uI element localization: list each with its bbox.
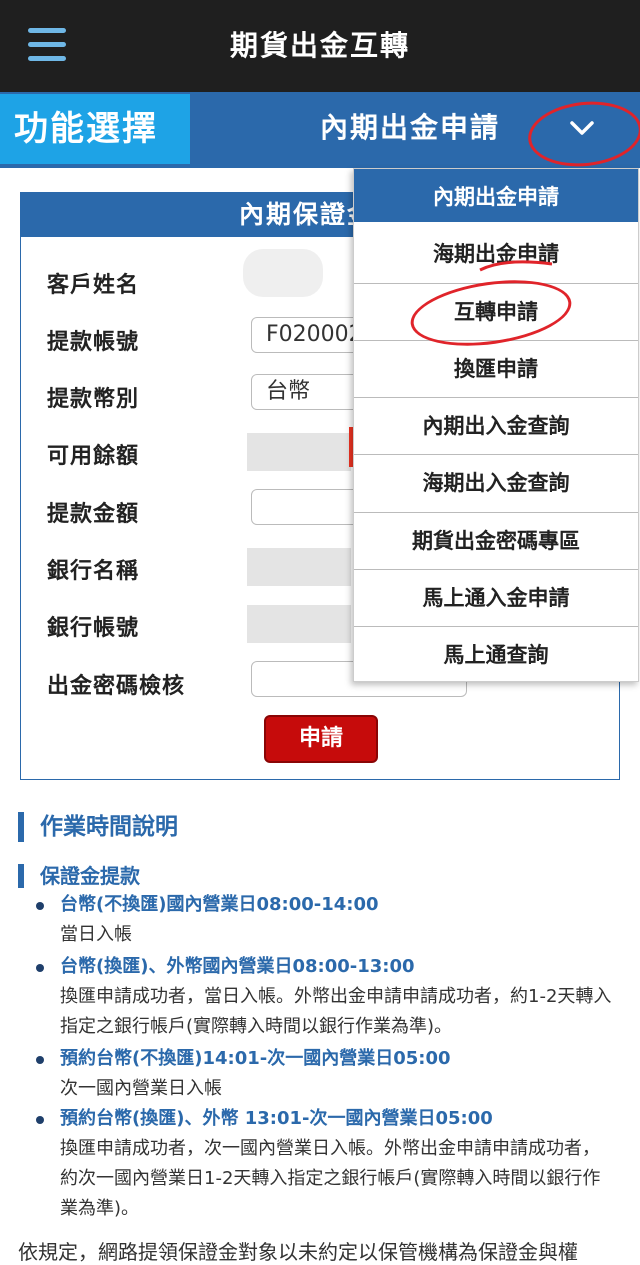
- function-label: 功能選擇: [0, 94, 190, 164]
- page-title: 期貨出金互轉: [229, 29, 410, 62]
- menu-item-overseas-withdraw[interactable]: 海期出金申請: [354, 226, 638, 284]
- bank-account-label: 銀行帳號: [47, 616, 140, 641]
- bank-account-value: [247, 605, 351, 643]
- apply-button[interactable]: 申請: [264, 715, 378, 763]
- function-select[interactable]: 內期出金申請: [320, 106, 500, 146]
- bullet-icon: [36, 964, 44, 972]
- password-label: 出金密碼檢核: [47, 674, 186, 699]
- menu-item-exchange[interactable]: 換匯申請: [354, 341, 638, 399]
- annotation-underline: [479, 260, 553, 272]
- menu-item-instant-deposit[interactable]: 馬上通入金申請: [354, 570, 638, 628]
- menu-item-instant-query[interactable]: 馬上通查詢: [354, 627, 638, 684]
- available-value: [247, 433, 351, 471]
- currency-label: 提款幣別: [47, 387, 140, 412]
- list-item: 台幣(換匯)、外幣國內營業日08:00-13:00 換匯申請成功者，當日入帳。外…: [36, 952, 616, 1042]
- menu-item-domestic-withdraw[interactable]: 內期出金申請: [354, 169, 638, 227]
- bank-name-value: [247, 548, 351, 586]
- customer-name-label: 客戶姓名: [47, 273, 140, 298]
- list-item-desc: 換匯申請成功者，當日入帳。外幣出金申請申請成功者，約1-2天轉入指定之銀行帳戶(…: [60, 986, 612, 1037]
- customer-name-value: [243, 249, 323, 297]
- bullet-icon: [36, 902, 44, 910]
- list-item: 預約台幣(不換匯)14:01-次一國內營業日05:00 次一國內營業日入帳: [36, 1044, 616, 1104]
- top-bar: 期貨出金互轉: [0, 0, 640, 92]
- list-item-title: 預約台幣(不換匯)14:01-次一國內營業日05:00: [60, 1048, 451, 1069]
- menu-item-password-zone[interactable]: 期貨出金密碼專區: [354, 513, 638, 571]
- list-item-title: 台幣(換匯)、外幣國內營業日08:00-13:00: [60, 956, 415, 977]
- list-item-desc: 當日入帳: [60, 924, 132, 945]
- notes-heading: 作業時間說明: [18, 812, 178, 842]
- menu-item-overseas-query[interactable]: 海期出入金查詢: [354, 455, 638, 513]
- list-item-desc: 換匯申請成功者，次一國內營業日入帳。外幣出金申請申請成功者，約次一國內營業日1-…: [60, 1138, 601, 1219]
- list-item: 台幣(不換匯)國內營業日08:00-14:00 當日入帳: [36, 890, 616, 950]
- bullet-icon: [36, 1116, 44, 1124]
- bank-name-label: 銀行名稱: [47, 559, 140, 584]
- footer-note: 依規定，網路提領保證金對象以未約定以保管機構為保證金與權: [18, 1240, 578, 1264]
- amount-label: 提款金額: [47, 502, 140, 527]
- list-item: 預約台幣(換匯)、外幣 13:01-次一國內營業日05:00 換匯申請成功者，次…: [36, 1104, 616, 1224]
- notes-subheading: 保證金提款: [18, 864, 140, 888]
- menu-item-domestic-query[interactable]: 內期出入金查詢: [354, 398, 638, 456]
- account-label: 提款帳號: [47, 330, 140, 355]
- list-item-title: 預約台幣(換匯)、外幣 13:01-次一國內營業日05:00: [60, 1108, 493, 1129]
- available-label: 可用餘額: [47, 444, 140, 469]
- bullet-icon: [36, 1056, 44, 1064]
- list-item-desc: 次一國內營業日入帳: [60, 1078, 222, 1099]
- function-dropdown: 內期出金申請 海期出金申請 互轉申請 換匯申請 內期出入金查詢 海期出入金查詢 …: [353, 168, 639, 682]
- list-item-title: 台幣(不換匯)國內營業日08:00-14:00: [60, 894, 379, 915]
